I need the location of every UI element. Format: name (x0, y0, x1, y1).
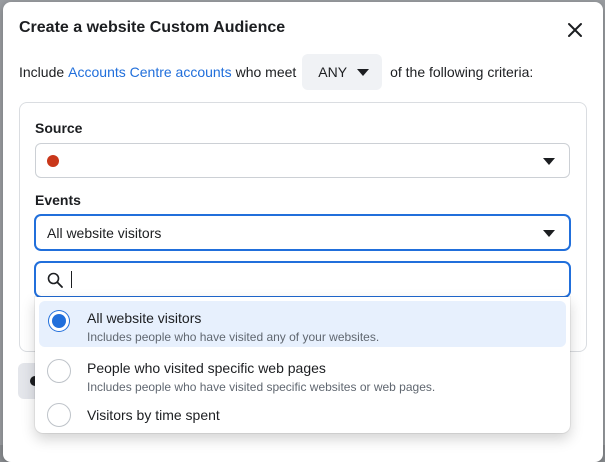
option-title: People who visited specific web pages (87, 360, 326, 376)
radio-unselected[interactable] (47, 403, 71, 427)
text-cursor (71, 271, 72, 288)
close-icon (568, 23, 582, 37)
close-button[interactable] (563, 18, 587, 42)
events-search-input[interactable] (35, 262, 570, 297)
criteria-row: Include Accounts Centre accounts who mee… (19, 54, 533, 90)
source-status-dot (47, 154, 59, 167)
source-select[interactable] (35, 143, 570, 178)
caret-down-icon (357, 68, 370, 76)
option-specific-web-pages[interactable]: People who visited specific web pages In… (39, 351, 566, 397)
criteria-prefix: Include (19, 64, 65, 80)
events-dropdown-menu: All website visitors Includes people who… (35, 297, 570, 433)
caret-down-icon (543, 230, 555, 237)
radio-selected[interactable] (47, 309, 71, 333)
events-select[interactable]: All website visitors (35, 215, 570, 250)
source-label: Source (35, 120, 83, 136)
option-description: Includes people who have visited any of … (87, 330, 380, 344)
option-description: Includes people who have visited specifi… (87, 380, 436, 394)
accounts-centre-link[interactable]: Accounts Centre accounts (68, 64, 231, 80)
dialog-title: Create a website Custom Audience (19, 19, 286, 36)
search-icon (47, 272, 63, 288)
option-title: All website visitors (87, 310, 202, 326)
option-visitors-by-time-spent[interactable]: Visitors by time spent (39, 399, 566, 431)
match-type-value: ANY (318, 64, 348, 80)
events-value: All website visitors (47, 224, 162, 241)
criteria-middle: who meet (235, 64, 297, 80)
match-type-select[interactable]: ANY (302, 54, 383, 90)
criteria-suffix: of the following criteria: (390, 64, 534, 80)
radio-unselected[interactable] (47, 359, 71, 383)
caret-down-icon (543, 158, 555, 165)
events-label: Events (35, 192, 81, 208)
option-all-website-visitors[interactable]: All website visitors Includes people who… (39, 301, 566, 347)
option-title: Visitors by time spent (87, 407, 220, 423)
